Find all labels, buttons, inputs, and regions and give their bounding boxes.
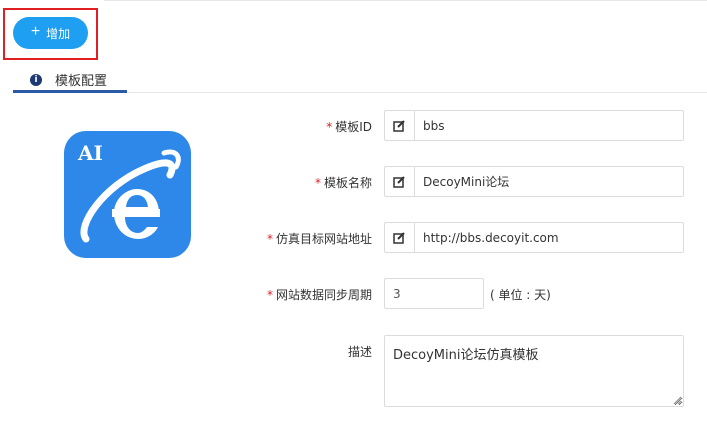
edit-icon	[385, 223, 415, 252]
target-url-field[interactable]: http://bbs.decoyit.com	[384, 222, 684, 253]
template-name-field[interactable]: DecoyMini论坛	[384, 166, 684, 197]
add-button-label: 增加	[46, 26, 71, 41]
template-name-label: * 模板名称	[314, 176, 372, 190]
ie-browser-icon	[80, 149, 181, 243]
required-mark: *	[326, 120, 333, 134]
edit-icon	[385, 167, 415, 196]
plus-icon: +	[30, 23, 41, 40]
required-mark: *	[314, 176, 321, 190]
description-label: 描述	[347, 345, 372, 359]
tab-template-config[interactable]: i 模板配置	[13, 66, 127, 93]
sync-period-unit: ( 单位 : 天)	[490, 288, 551, 302]
tab-active-indicator	[13, 90, 127, 93]
info-icon: i	[30, 73, 42, 86]
edit-icon	[385, 111, 415, 140]
required-mark: *	[266, 288, 273, 302]
target-url-label: * 仿真目标网站地址	[266, 232, 372, 246]
resize-grip-icon[interactable]	[673, 396, 682, 405]
tab-label: 模板配置	[55, 74, 108, 89]
sync-period-input[interactable]: 3	[384, 278, 484, 309]
template-id-value: bbs	[423, 118, 445, 133]
template-id-label: * 模板ID	[326, 120, 372, 134]
top-divider	[104, 0, 707, 1]
description-textarea[interactable]: DecoyMini论坛仿真模板	[384, 335, 684, 407]
required-mark: *	[266, 232, 273, 246]
template-id-field[interactable]: bbs	[384, 110, 684, 141]
sync-period-label: * 网站数据同步周期	[266, 288, 372, 302]
add-button[interactable]: + 增加	[13, 17, 88, 49]
template-logo: AI	[64, 131, 191, 258]
template-name-value: DecoyMini论坛	[423, 175, 510, 189]
target-url-value: http://bbs.decoyit.com	[423, 230, 559, 245]
